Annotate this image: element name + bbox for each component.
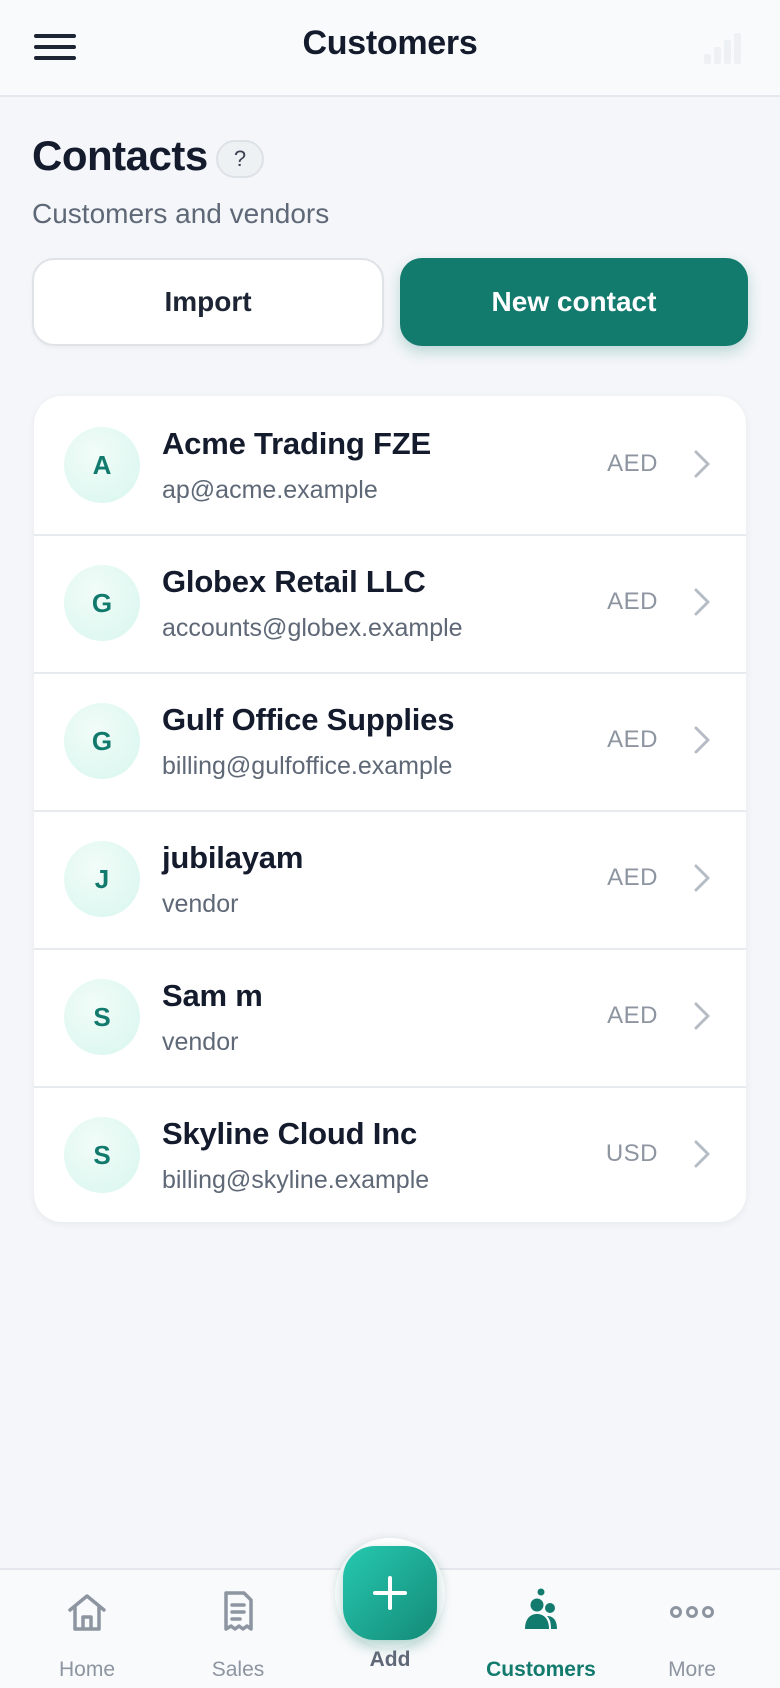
contact-type: vendor [162,890,239,918]
chevron-right-icon [694,726,710,754]
receipt-icon [224,1591,253,1631]
contact-row[interactable]: G Globex Retail LLC accounts@globex.exam… [34,534,746,672]
contact-currency: AED [607,450,658,477]
chevron-right-icon [694,1140,710,1168]
contact-currency: AED [607,864,658,891]
contact-avatar: G [64,703,140,779]
new-contact-button[interactable]: New contact [400,258,748,346]
chevron-right-icon [694,588,710,616]
row-divider [34,810,746,812]
contact-name: jubilayam [162,840,304,875]
page-subtitle: Customers and vendors [32,198,330,229]
nav-item-customers[interactable]: Customers [466,1570,616,1688]
import-button[interactable]: Import [32,258,384,346]
more-dots-icon [670,1606,714,1618]
contact-row[interactable]: A Acme Trading FZE ap@acme.example AED [34,396,746,534]
contacts-list: A Acme Trading FZE ap@acme.example AED G… [34,396,746,1222]
home-icon [68,1594,106,1631]
contact-email: billing@skyline.example [162,1166,430,1194]
app-bar-title: Customers [302,24,478,62]
contact-currency: AED [607,588,658,615]
contact-avatar: G [64,565,140,641]
contact-avatar: A [64,427,140,503]
nav-label-more: More [668,1658,716,1681]
contact-name: Sam m [162,978,263,1013]
chevron-right-icon [694,450,710,478]
signal-bars-icon [704,33,741,64]
row-divider [34,534,746,536]
add-label: Add [369,1648,411,1671]
nav-item-home[interactable]: Home [12,1570,162,1688]
page-title: Contacts [32,132,208,179]
contact-row[interactable]: S Sam m vendor AED [34,948,746,1086]
contact-name: Gulf Office Supplies [162,702,455,737]
add-fab-button[interactable] [343,1546,437,1640]
app-root: Customers Contacts ? Customers and vendo… [0,0,780,1688]
contact-email: ap@acme.example [162,476,378,504]
contact-email: accounts@globex.example [162,614,463,642]
contact-name: Acme Trading FZE [162,426,431,461]
chevron-right-icon [694,1002,710,1030]
contact-currency: AED [607,1002,658,1029]
contact-email: billing@gulfoffice.example [162,752,453,780]
chevron-right-icon [694,864,710,892]
nav-label-home: Home [58,1658,116,1681]
contact-avatar: J [64,841,140,917]
contact-row[interactable]: J jubilayam vendor AED [34,810,746,948]
nav-label-customers: Customers [486,1658,596,1681]
row-divider [34,672,746,674]
top-app-bar: Customers [0,0,780,97]
contact-name: Skyline Cloud Inc [162,1116,417,1151]
contact-name: Globex Retail LLC [162,564,426,599]
contact-row[interactable]: G Gulf Office Supplies billing@gulfoffic… [34,672,746,810]
nav-item-more[interactable]: More [617,1570,767,1688]
contact-avatar: S [64,1117,140,1193]
row-divider [34,1086,746,1088]
people-icon [525,1588,557,1629]
contact-currency: AED [607,726,658,753]
nav-label-sales: Sales [211,1658,265,1681]
contact-type: vendor [162,1028,239,1056]
row-divider [34,948,746,950]
plus-icon [373,1576,407,1610]
contact-row[interactable]: S Skyline Cloud Inc billing@skyline.exam… [34,1086,746,1222]
nav-item-sales[interactable]: Sales [163,1570,313,1688]
contact-avatar: S [64,979,140,1055]
contact-currency: USD [605,1140,658,1167]
help-button[interactable]: ? [216,140,264,178]
